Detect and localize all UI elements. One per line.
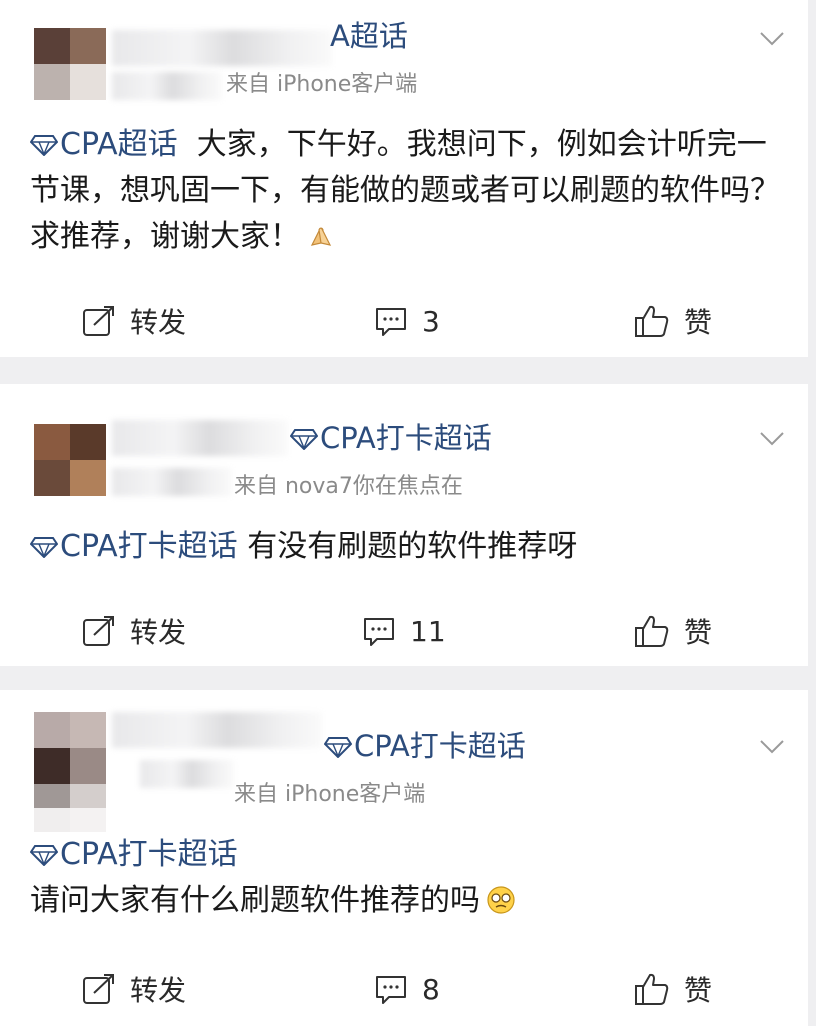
diamond-icon [323, 734, 353, 759]
post-actions: 转发 8 赞 [0, 964, 808, 1014]
like-icon [635, 305, 669, 337]
blurred-username [140, 760, 234, 788]
post-source: 来自 iPhone客户端 [234, 782, 426, 807]
comment-button[interactable]: 11 [362, 606, 446, 656]
like-button[interactable]: 赞 [634, 964, 712, 1014]
post-actions: 转发 11 赞 [0, 606, 808, 656]
topic-link[interactable]: CPA超话 [60, 127, 178, 162]
sweat-smile-emoji [486, 883, 516, 914]
comment-count: 8 [422, 972, 440, 1006]
post-actions: 转发 3 赞 [0, 296, 808, 346]
chevron-down-icon[interactable] [758, 732, 786, 760]
like-button[interactable]: 赞 [634, 296, 712, 346]
like-label: 赞 [684, 306, 713, 339]
like-icon [635, 615, 669, 647]
weibo-feed: A超话 来自 iPhone客户端 CPA超话 大家，下午好。我想问下，例如会计听… [0, 0, 816, 1026]
blurred-username [112, 712, 322, 748]
blurred-username [112, 30, 332, 66]
avatar[interactable] [34, 28, 106, 100]
post-author-label: CPA打卡超话 [354, 729, 526, 763]
chevron-down-icon[interactable] [758, 424, 786, 452]
like-label: 赞 [684, 616, 713, 649]
repost-label: 转发 [130, 616, 187, 649]
avatar-lower [34, 784, 106, 832]
diamond-icon [29, 124, 59, 157]
repost-label: 转发 [130, 974, 187, 1007]
blurred-username [112, 420, 288, 456]
repost-button[interactable]: 转发 [82, 964, 186, 1014]
like-icon [635, 973, 669, 1005]
blurred-username [112, 468, 232, 496]
post-source: 来自 nova7你在焦点在 [234, 474, 463, 499]
post-text: CPA超话 大家，下午好。我想问下，例如会计听完一节课，想巩固一下，有能做的题或… [29, 122, 790, 260]
post-text: CPA打卡超话 有没有刷题的软件推荐呀 [29, 524, 790, 570]
repost-button[interactable]: 转发 [82, 606, 186, 656]
post-author-name[interactable]: CPA打卡超话 [323, 729, 526, 763]
post-source: 来自 iPhone客户端 [226, 72, 418, 97]
comment-icon [376, 976, 406, 1004]
topic-link[interactable]: CPA打卡超话 [60, 529, 238, 564]
repost-label: 转发 [130, 306, 187, 339]
chevron-down-icon[interactable] [758, 24, 786, 52]
post-text: CPA打卡超话 请问大家有什么刷题软件推荐的吗 [29, 832, 790, 924]
folded-hands-emoji [306, 219, 336, 249]
repost-icon [83, 616, 114, 646]
comment-count: 11 [410, 614, 446, 648]
post-author-name[interactable]: CPA打卡超话 [289, 421, 492, 455]
like-button[interactable]: 赞 [634, 606, 712, 656]
comment-count: 3 [422, 304, 440, 338]
avatar[interactable] [34, 712, 106, 784]
post-body: 请问大家有什么刷题软件推荐的吗 [30, 883, 480, 918]
topic-link[interactable]: CPA打卡超话 [60, 837, 238, 872]
repost-icon [83, 306, 114, 336]
comment-icon [376, 308, 406, 336]
post-body: 有没有刷题的软件推荐呀 [247, 529, 578, 564]
repost-icon [83, 974, 114, 1004]
comment-icon [364, 618, 394, 646]
like-label: 赞 [684, 974, 713, 1007]
diamond-icon [289, 426, 319, 451]
avatar[interactable] [34, 424, 106, 496]
comment-button[interactable]: 3 [374, 296, 440, 346]
diamond-icon [29, 834, 59, 867]
post-author-name[interactable]: A超话 [330, 22, 408, 51]
post-author-label: CPA打卡超话 [320, 421, 492, 455]
repost-button[interactable]: 转发 [82, 296, 186, 346]
blurred-username [112, 72, 222, 100]
comment-button[interactable]: 8 [374, 964, 440, 1014]
diamond-icon [29, 526, 59, 559]
